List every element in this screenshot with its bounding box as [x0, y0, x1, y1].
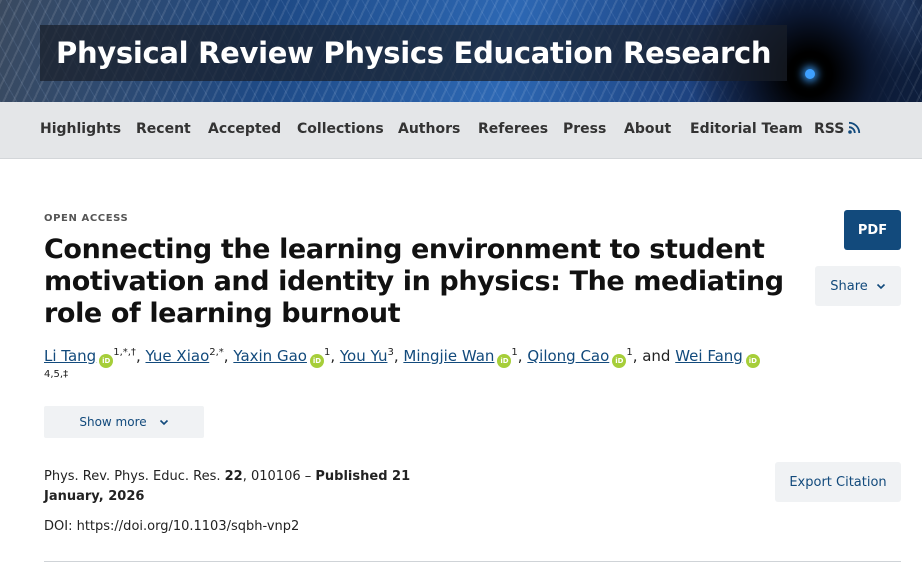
share-label: Share [830, 278, 868, 294]
orcid-icon[interactable]: iD [99, 354, 114, 368]
author-affiliation: 1,*,† [113, 347, 136, 358]
author-name[interactable]: Yue Xiao [145, 347, 209, 365]
share-button[interactable]: Share [815, 266, 901, 306]
nav-rss[interactable]: RSS [814, 121, 861, 137]
show-more-label: Show more [79, 415, 147, 429]
export-citation-button[interactable]: Export Citation [775, 462, 901, 502]
rss-icon [848, 121, 861, 134]
banner-star-graphic [805, 69, 815, 79]
nav-about[interactable]: About [624, 121, 671, 137]
author-list: Li Tang iD1,*,†, Yue Xiao2,*, Yaxin Gao iD… [44, 345, 804, 368]
author-name[interactable]: Wei Fang [675, 347, 743, 365]
author-separator: , [330, 347, 340, 365]
author-name[interactable]: Mingjie Wan [403, 347, 494, 365]
journal-abbrev: Phys. Rev. Phys. Educ. Res. [44, 469, 221, 484]
divider [44, 561, 901, 562]
journal-banner: Physical Review Physics Education Resear… [0, 0, 922, 102]
nav-rss-label: RSS [814, 121, 845, 137]
doi-link[interactable]: DOI: https://doi.org/10.1103/sqbh-vnp2 [44, 519, 299, 534]
nav-referees[interactable]: Referees [478, 121, 548, 137]
citation-info: Phys. Rev. Phys. Educ. Res. 22, 010106 –… [44, 467, 474, 507]
author-affiliation: 2,* [209, 347, 224, 358]
nav-collections[interactable]: Collections [297, 121, 384, 137]
article-title: Connecting the learning environment to s… [44, 234, 784, 329]
author-separator: , [223, 347, 234, 365]
author-name[interactable]: Li Tang [44, 347, 96, 365]
show-more-button[interactable]: Show more [44, 406, 204, 438]
journal-title[interactable]: Physical Review Physics Education Resear… [56, 36, 772, 70]
nav-editorial-team[interactable]: Editorial Team [690, 121, 803, 137]
main-nav: Highlights Recent Accepted Collections A… [0, 102, 922, 159]
nav-authors[interactable]: Authors [398, 121, 460, 137]
orcid-icon[interactable]: iD [612, 354, 627, 368]
author-name[interactable]: Qilong Cao [527, 347, 609, 365]
nav-highlights[interactable]: Highlights [40, 121, 121, 137]
orcid-icon[interactable]: iD [745, 354, 760, 368]
author-separator: , [517, 347, 528, 365]
open-access-label: OPEN ACCESS [44, 213, 129, 224]
author-name[interactable]: You Yu [340, 347, 388, 365]
nav-recent[interactable]: Recent [136, 121, 191, 137]
journal-title-box[interactable]: Physical Review Physics Education Resear… [40, 25, 788, 81]
author-separator: , [393, 347, 404, 365]
orcid-icon[interactable]: iD [497, 354, 512, 368]
orcid-icon[interactable]: iD [309, 354, 324, 368]
volume-number: 22 [224, 469, 243, 484]
chevron-down-icon [159, 419, 168, 425]
author-affiliation-overflow: 4,5,‡ [44, 369, 69, 380]
pdf-button[interactable]: PDF [844, 210, 901, 250]
nav-press[interactable]: Press [563, 121, 606, 137]
nav-accepted[interactable]: Accepted [208, 121, 281, 137]
chevron-down-icon [876, 283, 885, 289]
article-number: , 010106 – [242, 469, 312, 484]
author-separator: , and [632, 347, 676, 365]
author-name[interactable]: Yaxin Gao [233, 347, 307, 365]
